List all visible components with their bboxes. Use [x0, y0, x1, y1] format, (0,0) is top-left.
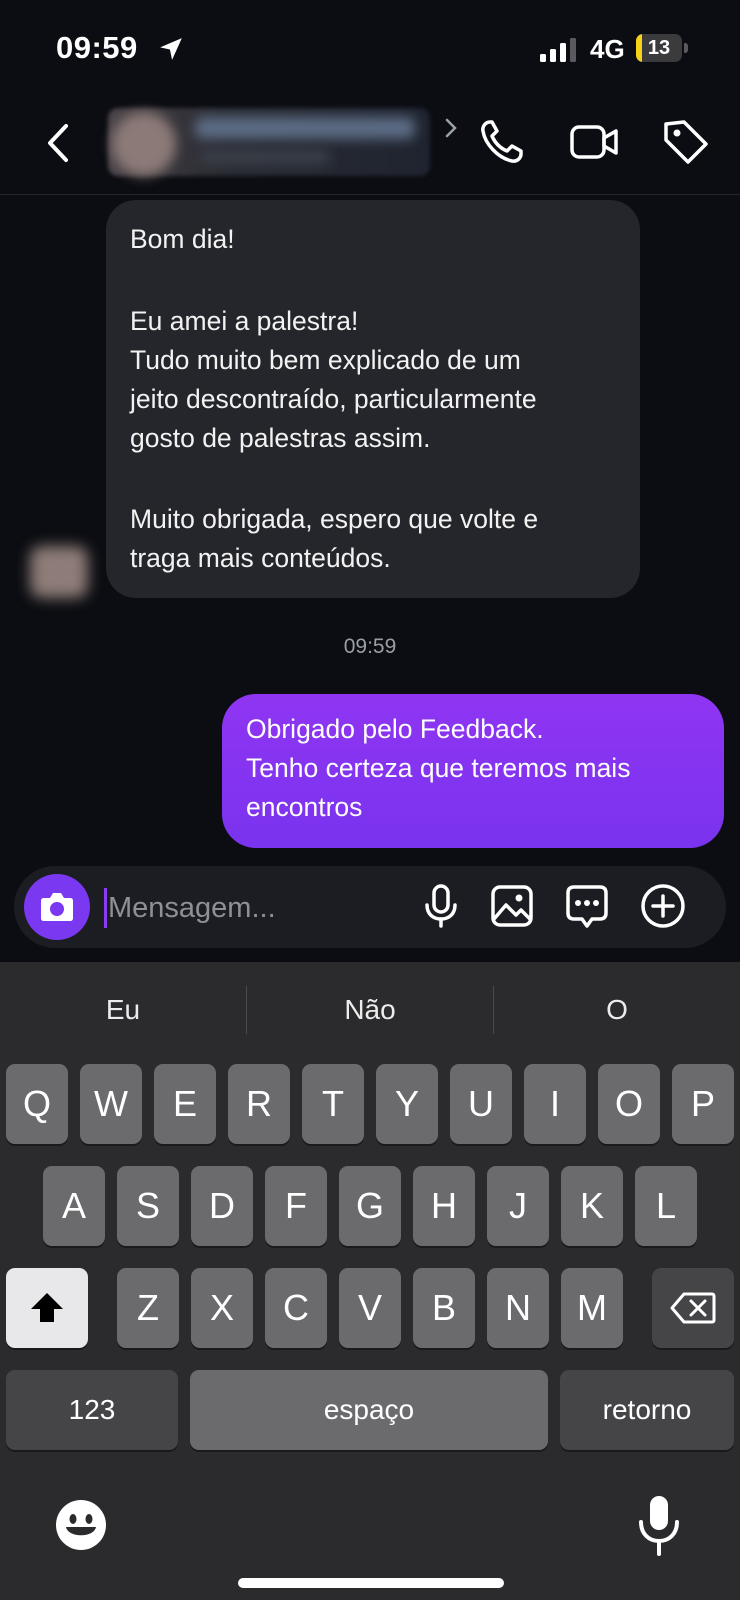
location-arrow-icon — [160, 38, 182, 60]
key-f[interactable]: F — [265, 1166, 327, 1246]
shift-key[interactable] — [6, 1268, 88, 1348]
key-u[interactable]: U — [450, 1064, 512, 1144]
status-time: 09:59 — [56, 30, 138, 65]
key-y[interactable]: Y — [376, 1064, 438, 1144]
key-o[interactable]: O — [598, 1064, 660, 1144]
battery-level: 13 — [647, 37, 671, 59]
tag-icon[interactable] — [660, 116, 712, 168]
key-s[interactable]: S — [117, 1166, 179, 1246]
message-input[interactable] — [108, 885, 398, 931]
sticker-icon[interactable] — [564, 883, 610, 929]
outgoing-message-bubble[interactable]: Obrigado pelo Feedback. Tenho certeza qu… — [222, 694, 724, 848]
key-l[interactable]: L — [635, 1166, 697, 1246]
incoming-message-bubble[interactable]: Bom dia! Eu amei a palestra! Tudo muito … — [106, 200, 640, 598]
camera-icon — [41, 893, 73, 921]
gallery-icon[interactable] — [489, 883, 535, 929]
message-timestamp: 09:59 — [343, 635, 397, 658]
numbers-key[interactable]: 123 — [6, 1370, 178, 1450]
suggestion-2[interactable]: Não — [247, 994, 493, 1026]
emoji-icon[interactable] — [54, 1498, 108, 1552]
sender-avatar[interactable] — [30, 546, 88, 598]
contact-avatar[interactable] — [112, 112, 176, 176]
suggestion-3[interactable]: O — [494, 994, 740, 1026]
network-type: 4G — [590, 34, 625, 64]
message-line: Obrigado pelo Feedback. — [246, 714, 544, 744]
key-d[interactable]: D — [191, 1166, 253, 1246]
contact-subtitle-redacted — [200, 150, 330, 164]
message-line: gosto de palestras assim. — [130, 423, 431, 453]
signal-icon — [540, 38, 576, 62]
key-b[interactable]: B — [413, 1268, 475, 1348]
key-x[interactable]: X — [191, 1268, 253, 1348]
message-line: Tenho certeza que teremos mais — [246, 753, 631, 783]
key-n[interactable]: N — [487, 1268, 549, 1348]
key-h[interactable]: H — [413, 1166, 475, 1246]
key-p[interactable]: P — [672, 1064, 734, 1144]
plus-circle-icon[interactable] — [640, 883, 686, 929]
key-k[interactable]: K — [561, 1166, 623, 1246]
key-w[interactable]: W — [80, 1064, 142, 1144]
message-line: encontros — [246, 792, 363, 822]
key-z[interactable]: Z — [117, 1268, 179, 1348]
key-t[interactable]: T — [302, 1064, 364, 1144]
shift-icon — [31, 1293, 63, 1322]
space-key[interactable]: espaço — [190, 1370, 548, 1450]
message-line: traga mais conteúdos. — [130, 543, 391, 573]
key-i[interactable]: I — [524, 1064, 586, 1144]
message-line: Tudo muito bem explicado de um — [130, 345, 521, 375]
key-c[interactable]: C — [265, 1268, 327, 1348]
key-r[interactable]: R — [228, 1064, 290, 1144]
camera-button[interactable] — [24, 874, 90, 940]
contact-name-redacted — [195, 117, 415, 139]
chevron-right-icon[interactable] — [444, 117, 458, 139]
phone-icon[interactable] — [476, 116, 528, 168]
text-caret — [104, 888, 107, 928]
home-indicator[interactable] — [238, 1578, 504, 1588]
back-icon[interactable] — [42, 120, 76, 166]
dictation-mic-icon[interactable] — [634, 1494, 684, 1558]
return-key[interactable]: retorno — [560, 1370, 734, 1450]
key-v[interactable]: V — [339, 1268, 401, 1348]
message-line: Bom dia! — [130, 224, 235, 254]
battery-icon: 13 — [636, 34, 690, 64]
message-line: Eu amei a palestra! — [130, 306, 359, 336]
backspace-key[interactable] — [652, 1268, 734, 1348]
key-j[interactable]: J — [487, 1166, 549, 1246]
key-m[interactable]: M — [561, 1268, 623, 1348]
backspace-icon — [670, 1292, 716, 1324]
suggestion-1[interactable]: Eu — [0, 994, 246, 1026]
video-icon[interactable] — [568, 116, 620, 168]
microphone-icon[interactable] — [418, 883, 464, 929]
key-q[interactable]: Q — [6, 1064, 68, 1144]
key-g[interactable]: G — [339, 1166, 401, 1246]
message-line: jeito descontraído, particularmente — [130, 384, 537, 414]
key-a[interactable]: A — [43, 1166, 105, 1246]
key-e[interactable]: E — [154, 1064, 216, 1144]
message-line: Muito obrigada, espero que volte e — [130, 504, 539, 534]
